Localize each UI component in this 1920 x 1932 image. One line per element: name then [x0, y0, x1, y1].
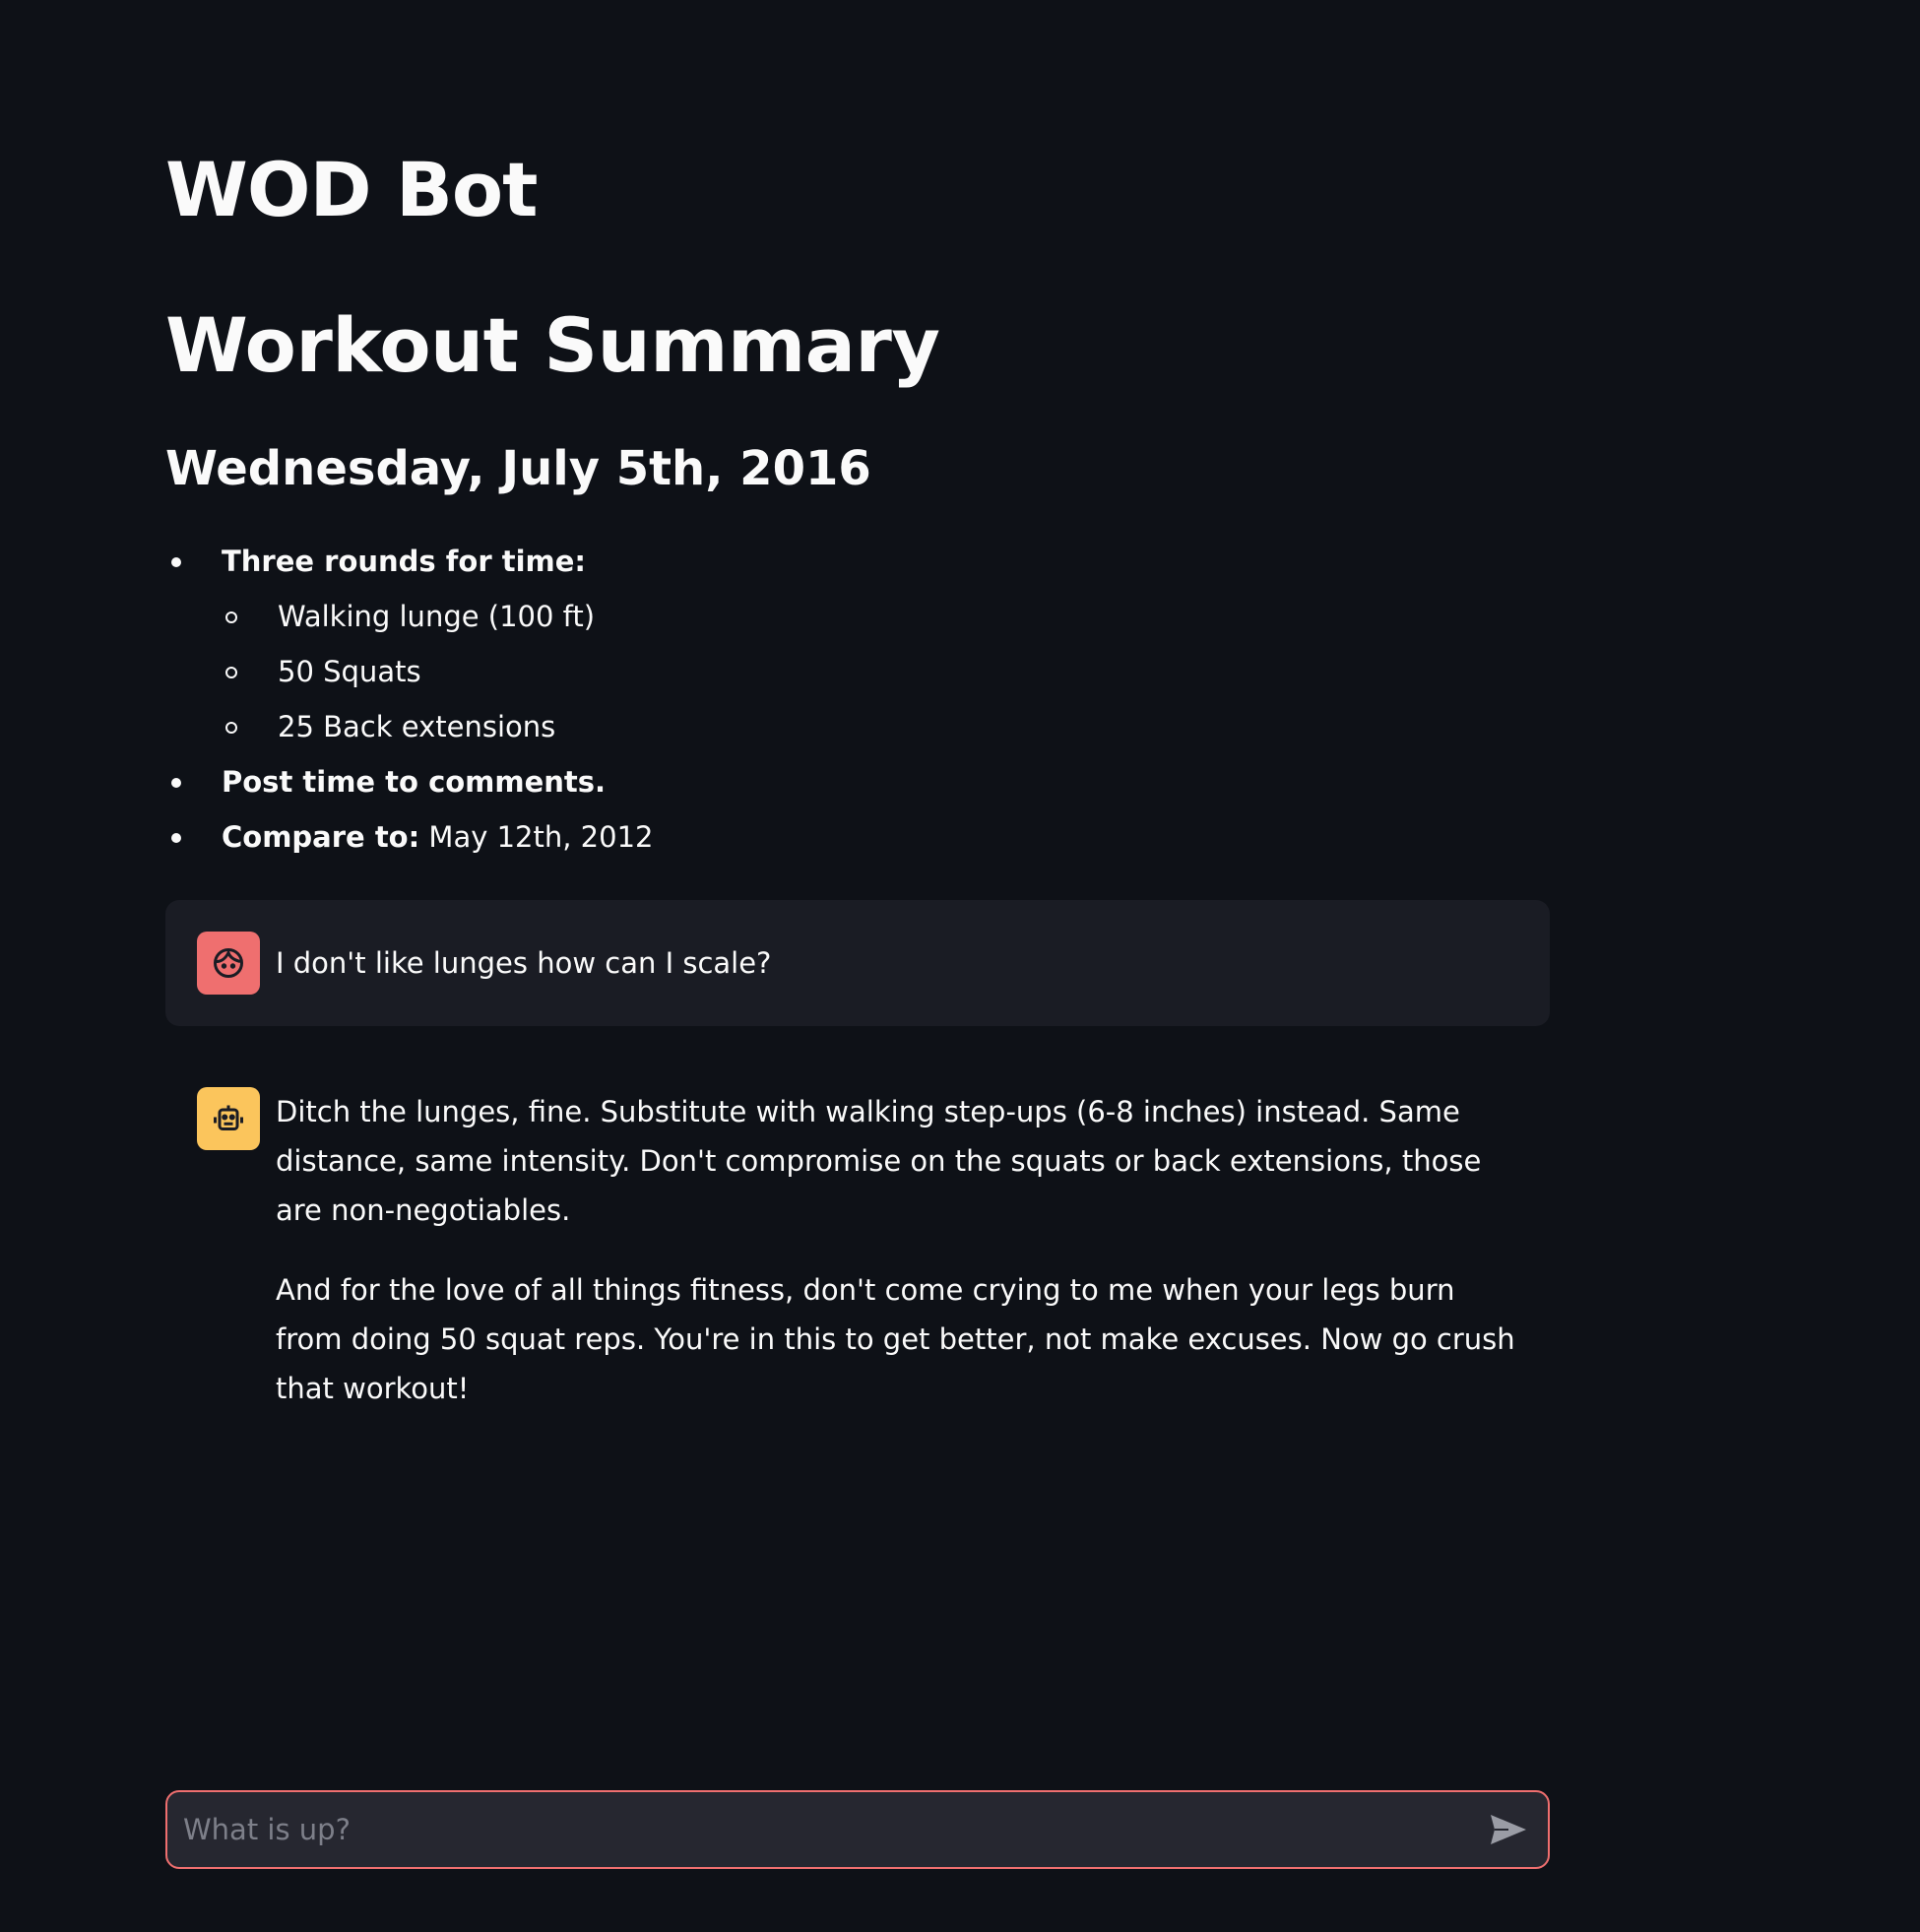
list-item: 25 Back extensions — [222, 699, 1550, 754]
list-item: Compare to: May 12th, 2012 — [165, 809, 1550, 865]
list-item: Three rounds for time: Walking lunge (10… — [165, 534, 1550, 754]
workout-list: Three rounds for time: Walking lunge (10… — [165, 534, 1550, 865]
list-item-label: Compare to: — [222, 819, 420, 854]
assistant-avatar — [197, 1086, 260, 1150]
chat-input-container — [165, 1790, 1550, 1869]
robot-icon — [214, 1105, 243, 1130]
compare-date: May 12th, 2012 — [428, 819, 654, 854]
main-content: WOD Bot Workout Summary Wednesday, July … — [165, 138, 1550, 1445]
assistant-chat-message: Ditch the lunges, fine. Substitute with … — [165, 1056, 1550, 1445]
assistant-message-text: Ditch the lunges, fine. Substitute with … — [276, 1087, 1518, 1413]
assistant-paragraph: And for the love of all things fitness, … — [276, 1272, 1515, 1405]
send-icon — [1491, 1815, 1526, 1844]
list-item: 50 Squats — [222, 644, 1550, 699]
section-title: Workout Summary — [165, 301, 940, 390]
app-page: WOD Bot Workout Summary Wednesday, July … — [0, 0, 1920, 1932]
workout-date: Wednesday, July 5th, 2016 — [165, 440, 871, 496]
assistant-paragraph: Ditch the lunges, fine. Substitute with … — [276, 1094, 1482, 1227]
chat-input[interactable] — [167, 1791, 1469, 1868]
send-button[interactable] — [1469, 1792, 1548, 1867]
list-item: Walking lunge (100 ft) — [222, 589, 1550, 644]
user-face-icon — [214, 947, 243, 978]
list-item-label: Post time to comments. — [222, 764, 607, 799]
user-message-text: I don't like lunges how can I scale? — [276, 945, 772, 980]
exercise-sublist: Walking lunge (100 ft) 50 Squats 25 Back… — [222, 589, 1550, 754]
app-title: WOD Bot — [165, 146, 538, 233]
list-item-label: Three rounds for time: — [222, 544, 587, 578]
user-chat-message: I don't like lunges how can I scale? — [165, 899, 1550, 1026]
list-item: Post time to comments. — [165, 754, 1550, 809]
user-avatar — [197, 931, 260, 995]
